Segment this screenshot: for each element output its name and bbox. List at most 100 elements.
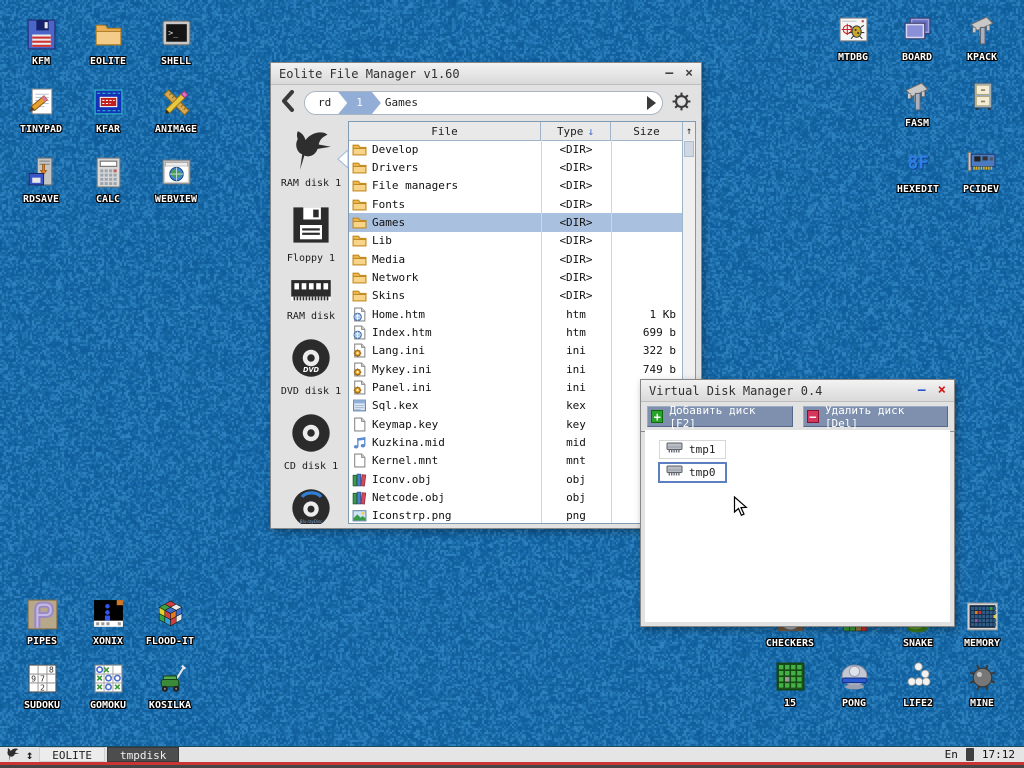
file-row-sql-kex[interactable]: Sql.kexkex [349, 397, 683, 415]
device-cd-disk-1[interactable]: CD disk 1 [284, 411, 338, 472]
file-row-network[interactable]: Network<DIR> [349, 268, 683, 286]
mouse-cursor [733, 496, 748, 517]
desktop-icon-kfar[interactable]: KFAR [72, 86, 144, 135]
file-row-index-htm[interactable]: Index.htmhtm699 b [349, 323, 683, 341]
virtual-disk-tmp1[interactable]: tmp1 [659, 440, 726, 459]
desktop-icon-label: BOARD [881, 52, 953, 63]
desktop-icon-mine[interactable]: MINE [946, 660, 1018, 709]
desktop-icon-life2[interactable]: LIFE2 [882, 660, 954, 709]
add-disk-button[interactable]: + Добавить диск [F2] [647, 406, 793, 427]
file-row-mykey-ini[interactable]: Mykey.iniini749 b [349, 360, 683, 378]
bluray-icon: Blu-rayDisc [289, 486, 333, 524]
file-row-games[interactable]: Games<DIR> [349, 213, 683, 231]
file-name: Home.htm [372, 308, 425, 321]
desktop-icon-fasm[interactable]: FASM [881, 80, 953, 129]
file-row-media[interactable]: Media<DIR> [349, 250, 683, 268]
column-divider [611, 140, 612, 523]
scrollbar-thumb[interactable] [684, 141, 694, 157]
minimize-all-icon[interactable]: ↕ [26, 748, 33, 762]
books-icon [352, 472, 367, 487]
file-row-develop[interactable]: Develop<DIR> [349, 140, 683, 158]
device-ram-disk-1[interactable]: RAM disk 1 [281, 128, 341, 189]
vdm-titlebar[interactable]: Virtual Disk Manager 0.4 — × [641, 380, 954, 402]
file-row-kuzkina-mid[interactable]: Kuzkina.midmid [349, 433, 683, 451]
file-row-iconstrp-png[interactable]: Iconstrp.pngpng [349, 507, 683, 524]
pcidev-icon [965, 146, 998, 180]
device-dvd-disk-1[interactable]: DVDDVD disk 1 [281, 336, 341, 397]
minimize-button[interactable]: — [918, 384, 926, 397]
file-row-lang-ini[interactable]: Lang.iniini322 b [349, 342, 683, 360]
device-floppy-1[interactable]: Floppy 1 [287, 203, 335, 264]
file-row-home-htm[interactable]: Home.htmhtm1 Kb [349, 305, 683, 323]
desktop-icon-shell[interactable]: >_SHELL [140, 18, 212, 67]
file-row-file-managers[interactable]: File managers<DIR> [349, 177, 683, 195]
file-row-netcode-obj[interactable]: Netcode.objobj [349, 488, 683, 506]
desktop-icon-fifteen[interactable]: 15 [754, 660, 826, 709]
cd-icon [289, 411, 333, 459]
minimize-button[interactable]: — [665, 67, 673, 80]
taskbar-button-eolite[interactable]: EOLITE [39, 747, 105, 762]
forward-button[interactable] [645, 95, 658, 115]
desktop-icon-label: SNAKE [882, 638, 954, 649]
back-button[interactable] [280, 90, 296, 116]
file-row-drivers[interactable]: Drivers<DIR> [349, 158, 683, 176]
file-row-skins[interactable]: Skins<DIR> [349, 287, 683, 305]
language-indicator[interactable]: En [945, 748, 958, 761]
desktop-icon-tinypad[interactable]: TINYPAD [5, 86, 77, 135]
file-row-keymap-key[interactable]: Keymap.keykey [349, 415, 683, 433]
page-icon [352, 417, 367, 432]
close-button[interactable]: × [685, 67, 693, 80]
settings-gear-icon[interactable] [671, 91, 692, 116]
floppyblue-icon [25, 18, 58, 52]
virtual-disk-tmp0[interactable]: tmp0 [658, 462, 727, 483]
close-button[interactable]: × [938, 384, 946, 397]
desktop-icon-animage[interactable]: ANIMAGE [140, 86, 212, 135]
desktop-icon-kfm[interactable]: KFM [5, 18, 77, 67]
desktop-icon-drawer[interactable] [946, 80, 1018, 117]
life2-icon [902, 660, 935, 694]
file-row-kernel-mnt[interactable]: Kernel.mntmnt [349, 452, 683, 470]
folder-icon [352, 142, 367, 157]
desktop-icon-mtdbg[interactable]: MTDBG [817, 14, 889, 63]
svg-text:DVD: DVD [303, 366, 320, 374]
scroll-up-button[interactable]: ↑ [683, 122, 695, 140]
column-header-file[interactable]: File [349, 122, 541, 140]
folder-icon [352, 160, 367, 175]
desktop-icon-eolite[interactable]: EOLITE [72, 18, 144, 67]
file-name: Media [372, 253, 405, 266]
desktop-icon-memory[interactable]: MEMORY [946, 600, 1018, 649]
file-row-fonts[interactable]: Fonts<DIR> [349, 195, 683, 213]
selected-device-pointer-icon [337, 149, 349, 173]
file-size: 749 b [611, 363, 683, 376]
desktop-icon-webview[interactable]: WEBVIEW [140, 156, 212, 205]
device-bluray[interactable]: Blu-rayDisc [289, 486, 333, 524]
desktop-icon-hexedit[interactable]: 8F8FHEXEDIT [882, 146, 954, 195]
desktop-icon-kpack[interactable]: KPACK [946, 14, 1018, 63]
desktop-icon-board[interactable]: BOARD [881, 14, 953, 63]
column-header-size[interactable]: Size [611, 122, 683, 140]
ini-icon [352, 380, 367, 395]
file-row-panel-ini[interactable]: Panel.iniini [349, 378, 683, 396]
device-ram-disk[interactable]: RAM disk [287, 278, 335, 322]
kolibri-menu-button[interactable] [3, 747, 22, 762]
eolite-titlebar[interactable]: Eolite File Manager v1.60 — × [271, 63, 701, 85]
file-type: kex [541, 399, 611, 412]
desktop-icon-pong[interactable]: PONG [818, 660, 890, 709]
file-row-iconv-obj[interactable]: Iconv.objobj [349, 470, 683, 488]
desktop-icon-rdsave[interactable]: RDSAVE [5, 156, 77, 205]
vdm-toolbar: + Добавить диск [F2] − Удалить диск [Del… [641, 402, 954, 432]
desktop-icon-label: ANIMAGE [140, 124, 212, 135]
breadcrumb-segment-games[interactable]: Games [372, 92, 662, 114]
desktop-icon-pipes[interactable]: PIPES [6, 598, 78, 647]
taskbar-button-tmpdisk[interactable]: tmpdisk [107, 747, 179, 762]
delete-disk-button[interactable]: − Удалить диск [Del] [803, 406, 949, 427]
desktop-icon-sudoku[interactable]: 8972SUDOKU [6, 662, 78, 711]
desktop-icon-calc[interactable]: CALC [72, 156, 144, 205]
desktop-icon-kosilka[interactable]: KOSILKA [134, 662, 206, 711]
desktop-icon-pcidev[interactable]: PCIDEV [945, 146, 1017, 195]
column-header-type[interactable]: Type↓ [541, 122, 611, 140]
kfar-icon [92, 86, 125, 120]
desktop-icon-floodit[interactable]: FLOOD-IT [134, 598, 206, 647]
breadcrumb-segment-rd[interactable]: rd [305, 92, 347, 114]
file-row-lib[interactable]: Lib<DIR> [349, 232, 683, 250]
